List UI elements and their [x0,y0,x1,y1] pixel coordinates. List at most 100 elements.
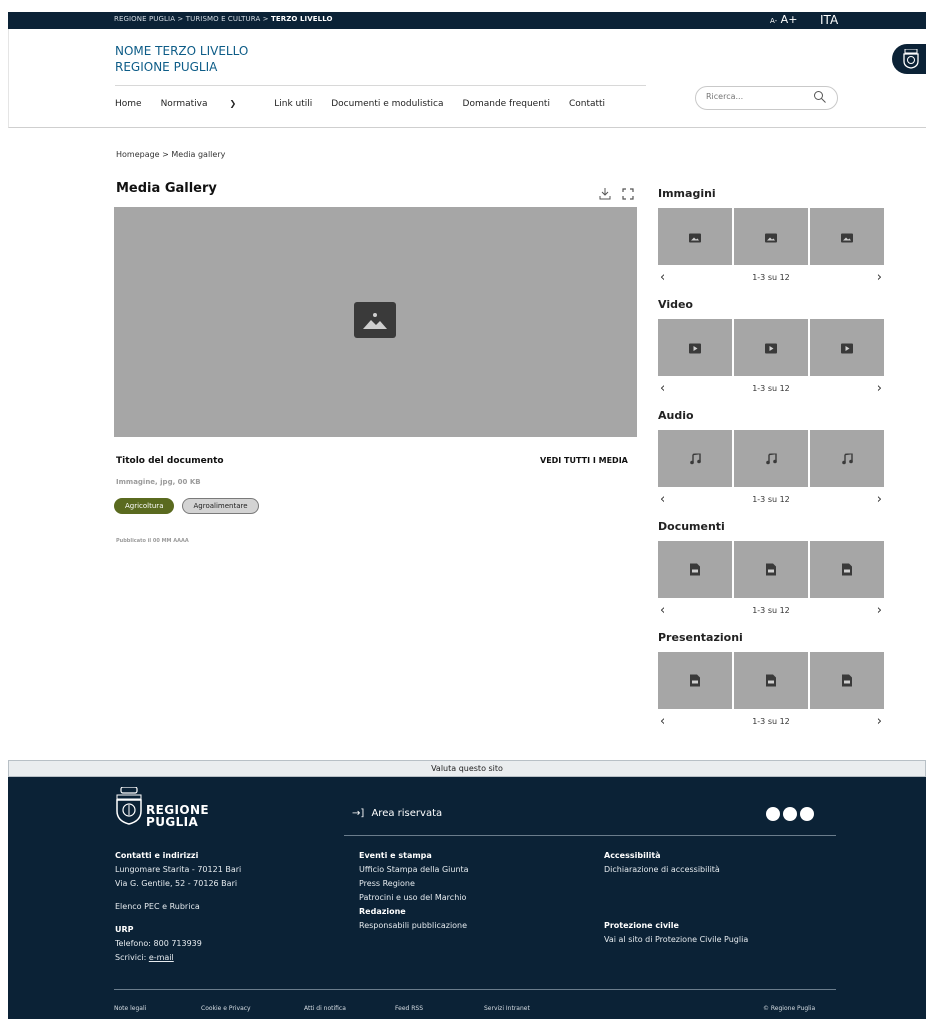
media-thumbnail[interactable] [810,430,884,487]
main-media-viewer[interactable] [114,207,637,437]
contacts-title: Contatti e indirizzi [115,851,199,860]
footer-events: Eventi e stampa Ufficio Stampa della Giu… [359,849,469,933]
events-link-2[interactable]: Press Regione [359,877,469,891]
image-icon [841,227,853,246]
presentation-icon [766,671,776,690]
urp-email-link[interactable]: e-mail [149,953,174,962]
font-decrease-button[interactable]: A- [770,17,777,25]
nav-contatti[interactable]: Contatti [569,99,605,109]
side-badge[interactable] [892,44,926,74]
login-icon: →] [352,808,365,819]
footer-link-rss[interactable]: Feed RSS [395,1005,423,1012]
document-icon [842,560,852,579]
search-icon[interactable] [813,90,827,104]
media-thumbnail[interactable] [810,319,884,376]
urp-write-label: Scrivici: [115,953,149,962]
footer-accessibility: Accessibilità Dichiarazione di accessibi… [604,849,748,947]
urp-title: URP [115,925,134,934]
chevron-right-icon[interactable]: › [877,381,882,396]
footer-link-atti[interactable]: Atti di notifica [304,1005,346,1012]
top-crumb-turismo[interactable]: TURISMO E CULTURA [186,15,261,23]
editorial-link-1[interactable]: Responsabili pubblicazione [359,919,469,933]
nav-documenti[interactable]: Documenti e modulistica [331,99,443,109]
footer-link-cookie[interactable]: Cookie e Privacy [201,1005,251,1012]
top-crumb-regione[interactable]: REGIONE PUGLIA [114,15,175,23]
crest-icon [903,49,919,69]
download-icon[interactable] [599,188,611,200]
media-thumbnail[interactable] [810,541,884,598]
search-box[interactable] [695,86,838,110]
fullscreen-icon[interactable] [622,188,634,200]
events-link-1[interactable]: Ufficio Stampa della Giunta [359,863,469,877]
media-thumbnail[interactable] [734,652,808,709]
thumbnail-strip [658,541,884,598]
document-meta: Immagine, jpg, 00 KB [116,478,201,486]
document-icon [690,560,700,579]
site-footer: REGIONE PUGLIA →] Area riservata Contatt… [8,777,926,1019]
music-note-icon [689,449,701,468]
tag-agroalimentare[interactable]: Agroalimentare [182,498,259,514]
music-note-icon [765,449,777,468]
top-bar: REGIONE PUGLIA > TURISMO E CULTURA > TER… [8,12,926,29]
accessibility-link[interactable]: Dichiarazione di accessibilità [604,863,748,877]
chevron-right-icon[interactable]: › [877,714,882,729]
media-thumbnail[interactable] [734,319,808,376]
pager-count: 1-3 su 12 [752,717,790,726]
section-title-documenti: Documenti [658,520,725,533]
civil-protection-link[interactable]: Vai al sito di Protezione Civile Puglia [604,933,748,947]
breadcrumb-home[interactable]: Homepage [116,150,160,159]
section-title-presentazioni: Presentazioni [658,631,743,644]
nav-link-utili[interactable]: Link utili [274,99,312,109]
viewer-tools [599,188,634,200]
chevron-right-icon[interactable]: › [877,603,882,618]
youtube-icon[interactable] [800,807,814,821]
media-thumbnail[interactable] [658,541,732,598]
pager-count: 1-3 su 12 [752,495,790,504]
site-name[interactable]: NOME TERZO LIVELLO REGIONE PUGLIA [115,43,248,75]
image-icon [689,227,701,246]
nav-faq[interactable]: Domande frequenti [463,99,550,109]
footer-link-note-legali[interactable]: Note legali [114,1005,146,1012]
thumbnail-strip [658,319,884,376]
media-thumbnail[interactable] [810,208,884,265]
events-link-3[interactable]: Patrocini e uso del Marchio [359,891,469,905]
regione-puglia-logo[interactable] [115,787,143,825]
footer-divider-bottom [114,989,836,990]
footer-link-intranet[interactable]: Servizi Intranet [484,1005,530,1012]
logo-line2: PUGLIA [146,815,199,829]
media-thumbnail[interactable] [810,652,884,709]
section-title-immagini: Immagini [658,187,716,200]
reserved-area-link[interactable]: →] Area riservata [352,808,442,819]
media-thumbnail[interactable] [658,430,732,487]
pager-count: 1-3 su 12 [752,273,790,282]
site-header: NOME TERZO LIVELLO REGIONE PUGLIA Home N… [8,29,926,128]
chevron-down-icon: ❯ [229,99,237,108]
pager: ‹ 1-3 su 12 › [658,492,884,507]
play-icon [841,338,853,357]
music-note-icon [841,449,853,468]
media-thumbnail[interactable] [658,319,732,376]
document-icon [766,560,776,579]
search-input[interactable] [706,92,806,101]
nav-home[interactable]: Home [115,99,142,109]
facebook-icon[interactable] [766,807,780,821]
font-increase-button[interactable]: A+ [781,13,798,26]
breadcrumb-sep: > [159,150,172,159]
nav-normativa[interactable]: Normativa ❯ [161,99,256,109]
see-all-media-link[interactable]: VEDI TUTTI I MEDIA [540,456,628,465]
media-thumbnail[interactable] [734,430,808,487]
tag-agricoltura[interactable]: Agricoltura [114,498,175,514]
twitter-icon[interactable] [783,807,797,821]
published-date: Pubblicato il 00 MM AAAA [116,538,189,544]
pec-link[interactable]: Elenco PEC e Rubrica [115,900,241,914]
chevron-right-icon[interactable]: › [877,270,882,285]
language-selector[interactable]: ITA [820,13,838,27]
media-thumbnail[interactable] [658,652,732,709]
top-crumb-sep: > [175,15,186,23]
media-thumbnail[interactable] [734,208,808,265]
media-thumbnail[interactable] [734,541,808,598]
chevron-right-icon[interactable]: › [877,492,882,507]
media-thumbnail[interactable] [658,208,732,265]
footer-divider-top [344,835,836,836]
rate-site-bar[interactable]: Valuta questo sito [8,760,926,777]
